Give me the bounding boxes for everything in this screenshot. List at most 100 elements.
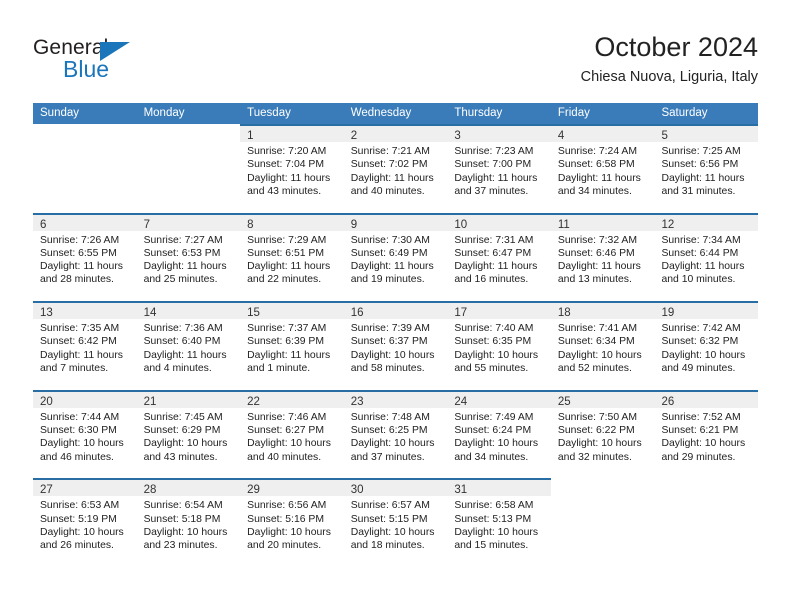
day-number: 23 [350,395,364,408]
daylight-text-cont: and 16 minutes. [454,274,529,286]
sunrise-text: Sunrise: 7:27 AM [143,234,223,246]
calendar-day-cell[interactable]: 23 Sunrise: 7:48 AM Sunset: 6:25 PM Dayligh… [343,389,448,479]
calendar-week-row: 1 Sunrise: 7:20 AM Sunset: 7:04 PM Daylight… [33,124,759,213]
day-number-band: 21 [136,391,241,408]
calendar-day-cell[interactable]: 3 Sunrise: 7:23 AM Sunset: 7:00 PM Daylight… [447,124,551,213]
calendar-day-cell[interactable]: 24 Sunrise: 7:49 AM Sunset: 6:24 PM Dayligh… [447,389,551,479]
sunrise-text: Sunrise: 6:58 AM [454,500,534,512]
calendar-day-cell[interactable]: 25 Sunrise: 7:50 AM Sunset: 6:22 PM Dayligh… [550,389,655,479]
calendar-day-cell[interactable]: 30 Sunrise: 6:57 AM Sunset: 5:15 PM Dayligh… [343,478,448,567]
day-number: 26 [661,395,675,408]
daylight-text: Daylight: 11 hours [247,172,331,184]
calendar-grid: Sunday Monday Tuesday Wednesday Thursday Frid… [33,103,759,567]
day-details: Sunrise: 7:45 AM Sunset: 6:29 PM Daylight:… [137,408,241,464]
sunset-text: Sunset: 5:19 PM [40,513,117,525]
day-number-band: 2 [343,126,448,142]
sunrise-text: Sunrise: 7:48 AM [350,411,430,423]
calendar-day-cell[interactable]: 5 Sunrise: 7:25 AM Sunset: 6:56 PM Daylight… [654,124,759,213]
daylight-text-cont: and 34 minutes. [557,185,632,197]
sunrise-text: Sunrise: 7:49 AM [454,411,534,423]
sunset-text: Sunset: 6:44 PM [661,247,739,259]
location-subtitle: Chiesa Nuova, Liguria, Italy [580,69,758,85]
calendar-day-cell[interactable]: 13 Sunrise: 7:35 AM Sunset: 6:42 PM Dayligh… [33,301,137,390]
sunset-text: Sunset: 6:34 PM [557,336,635,348]
daylight-text: Daylight: 11 hours [557,172,641,184]
sunset-text: Sunset: 6:55 PM [40,247,117,259]
day-number-band: 8 [240,214,344,231]
day-number-band: 5 [654,126,759,142]
sunrise-text: Sunrise: 7:29 AM [247,234,327,246]
day-number: 22 [247,395,260,408]
daylight-text: Daylight: 11 hours [454,172,538,184]
page-header: General Blue October 2024 Chiesa Nuova, … [33,30,758,96]
calendar-day-cell[interactable]: 18 Sunrise: 7:41 AM Sunset: 6:34 PM Dayligh… [550,301,655,390]
calendar-day-cell[interactable]: 19 Sunrise: 7:42 AM Sunset: 6:32 PM Dayligh… [654,301,759,390]
calendar-day-cell[interactable]: 8 Sunrise: 7:29 AM Sunset: 6:51 PM Daylight… [240,212,344,302]
calendar-day-cell[interactable]: 4 Sunrise: 7:24 AM Sunset: 6:58 PM Daylight… [550,124,655,213]
calendar-week-row: 6 Sunrise: 7:26 AM Sunset: 6:55 PM Daylight… [33,212,759,302]
calendar-day-cell[interactable]: 1 Sunrise: 7:20 AM Sunset: 7:04 PM Daylight… [240,124,344,213]
day-number-band: 24 [447,391,551,408]
daylight-text-cont: and 28 minutes. [40,274,114,286]
daylight-text: Daylight: 11 hours [350,172,434,184]
day-details: Sunrise: 6:54 AM Sunset: 5:18 PM Daylight:… [137,496,241,552]
general-blue-logo: General Blue [33,36,163,86]
calendar-day-cell[interactable]: 22 Sunrise: 7:46 AM Sunset: 6:27 PM Dayligh… [240,389,344,479]
calendar-day-cell[interactable]: 21 Sunrise: 7:45 AM Sunset: 6:29 PM Dayligh… [136,389,241,479]
calendar-day-cell[interactable]: 16 Sunrise: 7:39 AM Sunset: 6:37 PM Dayligh… [343,301,448,390]
sunrise-text: Sunrise: 7:52 AM [661,411,741,423]
calendar-day-cell[interactable]: 31 Sunrise: 6:58 AM Sunset: 5:13 PM Dayligh… [447,478,551,567]
sunset-text: Sunset: 6:22 PM [557,425,635,437]
daylight-text: Daylight: 10 hours [661,438,746,450]
calendar-day-cell[interactable]: 15 Sunrise: 7:37 AM Sunset: 6:39 PM Dayligh… [240,301,344,390]
daylight-text-cont: and 31 minutes. [661,185,736,197]
day-number: 6 [40,218,47,231]
calendar-day-cell[interactable]: 29 Sunrise: 6:56 AM Sunset: 5:16 PM Dayligh… [240,478,344,567]
sunset-text: Sunset: 6:35 PM [454,336,532,348]
calendar-day-cell[interactable]: 11 Sunrise: 7:32 AM Sunset: 6:46 PM Dayligh… [550,212,655,302]
calendar-day-cell[interactable]: 20 Sunrise: 7:44 AM Sunset: 6:30 PM Dayligh… [33,389,137,479]
day-details: Sunrise: 7:37 AM Sunset: 6:39 PM Daylight:… [240,319,344,375]
sunset-text: Sunset: 7:00 PM [454,159,532,171]
day-number-band: 14 [136,303,241,320]
day-details: Sunrise: 7:39 AM Sunset: 6:37 PM Daylight:… [344,319,448,375]
logo-text-blue: Blue [63,56,110,82]
sunrise-text: Sunrise: 7:23 AM [454,146,534,157]
day-number-band: 4 [550,126,655,142]
daylight-text-cont: and 29 minutes. [661,451,736,463]
daylight-text: Daylight: 10 hours [143,438,228,450]
day-number: 29 [247,484,260,497]
calendar-day-cell[interactable]: 6 Sunrise: 7:26 AM Sunset: 6:55 PM Daylight… [33,212,137,302]
calendar-day-cell[interactable]: 7 Sunrise: 7:27 AM Sunset: 6:53 PM Daylight… [136,212,241,302]
sunrise-text: Sunrise: 7:45 AM [143,411,223,423]
daylight-text: Daylight: 10 hours [454,438,539,450]
day-number-band: 11 [550,214,655,231]
day-number-band: 13 [33,303,137,320]
day-details: Sunrise: 7:40 AM Sunset: 6:35 PM Daylight:… [447,319,551,375]
calendar-day-cell[interactable]: 28 Sunrise: 6:54 AM Sunset: 5:18 PM Dayligh… [136,478,241,567]
calendar-day-cell[interactable]: 9 Sunrise: 7:30 AM Sunset: 6:49 PM Daylight… [343,212,448,302]
sunset-text: Sunset: 5:13 PM [454,513,532,525]
day-number-band: 29 [240,480,344,497]
calendar-day-cell[interactable]: 17 Sunrise: 7:40 AM Sunset: 6:35 PM Dayligh… [447,301,551,390]
sunset-text: Sunset: 6:51 PM [247,247,324,259]
calendar-day-cell[interactable]: 12 Sunrise: 7:34 AM Sunset: 6:44 PM Dayligh… [654,212,759,302]
calendar-day-cell[interactable]: 10 Sunrise: 7:31 AM Sunset: 6:47 PM Dayligh… [447,212,551,302]
day-number: 30 [350,484,364,497]
day-number: 7 [143,218,150,231]
calendar-day-cell[interactable]: 14 Sunrise: 7:36 AM Sunset: 6:40 PM Dayligh… [136,301,241,390]
day-details: Sunrise: 7:24 AM Sunset: 6:58 PM Daylight:… [551,142,655,198]
calendar-day-cell[interactable]: 26 Sunrise: 7:52 AM Sunset: 6:21 PM Dayligh… [654,389,759,479]
sunrise-text: Sunrise: 7:24 AM [557,146,638,157]
daylight-text-cont: and 20 minutes. [247,540,322,552]
day-details: Sunrise: 7:46 AM Sunset: 6:27 PM Daylight:… [240,408,344,464]
calendar-day-cell[interactable]: 2 Sunrise: 7:21 AM Sunset: 7:02 PM Daylight… [343,124,448,213]
sunrise-text: Sunrise: 7:50 AM [557,411,638,423]
calendar-day-cell[interactable]: 27 Sunrise: 6:53 AM Sunset: 5:19 PM Dayligh… [33,478,137,567]
sunrise-text: Sunrise: 7:25 AM [661,146,741,157]
daylight-text-cont: and 52 minutes. [557,363,632,375]
sunset-text: Sunset: 6:37 PM [350,336,428,348]
calendar-empty-cell [33,124,137,213]
sunrise-text: Sunrise: 7:30 AM [350,234,430,246]
sunrise-text: Sunrise: 6:57 AM [350,500,430,512]
